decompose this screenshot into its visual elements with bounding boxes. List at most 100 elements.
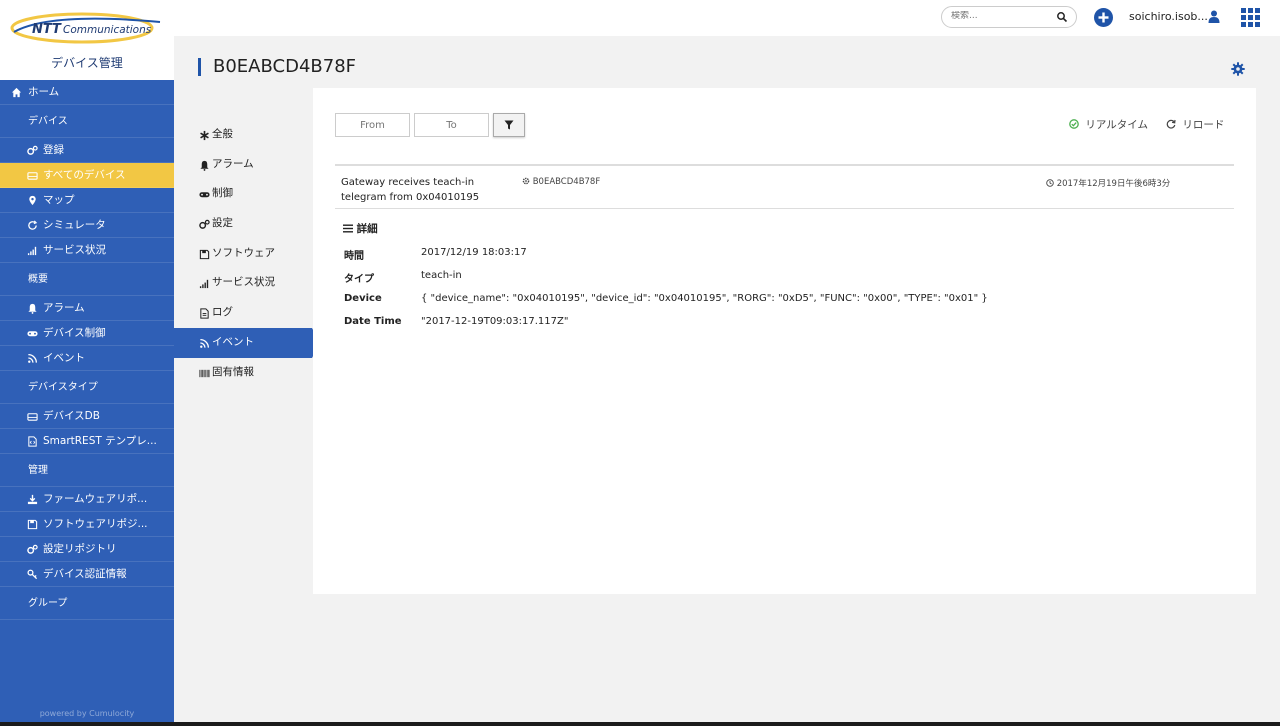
sidebar-item-software-repository[interactable]: ソフトウェアリポジ... bbox=[0, 512, 174, 537]
detail-key: Date Time bbox=[344, 316, 402, 327]
tab-alarms[interactable]: アラーム bbox=[174, 150, 312, 180]
tab-identity[interactable]: 固有情報 bbox=[174, 358, 312, 388]
window-bottom-edge bbox=[0, 722, 1280, 726]
sidebar-item-register[interactable]: 登録 bbox=[0, 138, 174, 163]
to-date-input[interactable] bbox=[414, 113, 489, 137]
floppy-disk-icon bbox=[199, 249, 210, 259]
bell-icon bbox=[200, 160, 209, 171]
reload-label: リロード bbox=[1182, 119, 1225, 131]
user-menu[interactable]: soichiro.isob... bbox=[1129, 10, 1208, 23]
sidebar-item-label: デバイスDB bbox=[43, 410, 100, 422]
tab-settings[interactable]: 設定 bbox=[174, 209, 312, 239]
gears-icon bbox=[27, 544, 38, 554]
search-input[interactable] bbox=[951, 11, 1051, 21]
asterisk-icon bbox=[200, 130, 209, 141]
sidebar-nav: ホーム デバイス 登録 すべてのデバイス マップ シミュレータ サービス状況 概… bbox=[0, 80, 174, 620]
sidebar-item-alarms[interactable]: アラーム bbox=[0, 296, 174, 321]
gamepad-icon bbox=[199, 192, 210, 198]
refresh-icon bbox=[1166, 119, 1176, 129]
add-button[interactable] bbox=[1094, 8, 1113, 27]
sidebar-item-simulator[interactable]: シミュレータ bbox=[0, 213, 174, 238]
sidebar-item-label: シミュレータ bbox=[43, 219, 106, 231]
rss-icon bbox=[200, 338, 209, 348]
events-panel: リアルタイム リロード Gateway receives teach-in te… bbox=[313, 88, 1256, 594]
gear-icon[interactable] bbox=[1231, 62, 1245, 76]
app-switcher-icon[interactable] bbox=[1241, 8, 1262, 27]
sidebar-item-device-credentials[interactable]: デバイス認証情報 bbox=[0, 562, 174, 587]
sidebar-item-label: イベント bbox=[43, 352, 85, 364]
sidebar-item-map[interactable]: マップ bbox=[0, 188, 174, 213]
tab-label: 制御 bbox=[212, 187, 233, 200]
sidebar-item-label: 登録 bbox=[43, 144, 64, 156]
tab-label: ソフトウェア bbox=[212, 246, 275, 259]
tab-service-status[interactable]: サービス状況 bbox=[174, 268, 312, 298]
realtime-label: リアルタイム bbox=[1085, 119, 1149, 131]
detail-value: { "device_name": "0x04010195", "device_i… bbox=[421, 293, 988, 304]
svg-text:Communications: Communications bbox=[63, 24, 152, 36]
tab-events[interactable]: イベント bbox=[174, 327, 320, 358]
sidebar-section-management[interactable]: 管理 bbox=[0, 454, 174, 487]
sidebar-item-smartrest-templates[interactable]: SmartREST テンプレ... bbox=[0, 429, 174, 454]
event-time: 2017年12月19日午後6時3分 bbox=[1046, 177, 1170, 189]
tab-label: アラーム bbox=[212, 157, 254, 170]
sidebar-item-events[interactable]: イベント bbox=[0, 346, 174, 371]
floppy-disk-icon bbox=[27, 519, 38, 530]
event-time-label: 2017年12月19日午後6時3分 bbox=[1056, 179, 1171, 189]
event-text-line1: Gateway receives teach-in bbox=[341, 177, 475, 188]
brand-header: NTT Communications デバイス管理 bbox=[0, 0, 174, 80]
realtime-toggle[interactable]: リアルタイム bbox=[1069, 117, 1148, 132]
topbar bbox=[174, 0, 1280, 36]
sidebar-item-label: アラーム bbox=[43, 302, 85, 314]
sidebar-item-home[interactable]: ホーム bbox=[0, 80, 174, 105]
sidebar-item-label: デバイス制御 bbox=[43, 327, 106, 339]
filter-button[interactable] bbox=[493, 113, 525, 137]
event-row[interactable]: Gateway receives teach-in telegram from … bbox=[335, 164, 1234, 209]
tab-software[interactable]: ソフトウェア bbox=[174, 239, 312, 269]
sidebar-item-firmware-repository[interactable]: ファームウェアリポ... bbox=[0, 487, 174, 512]
event-source-label: B0EABCD4B78F bbox=[532, 177, 601, 187]
tab-general[interactable]: 全般 bbox=[174, 120, 312, 150]
from-date-input[interactable] bbox=[335, 113, 410, 137]
sidebar-item-device-db[interactable]: デバイスDB bbox=[0, 404, 174, 429]
file-code-icon bbox=[28, 436, 37, 447]
gears-icon bbox=[27, 145, 38, 155]
tab-logs[interactable]: ログ bbox=[174, 298, 312, 328]
ntt-communications-logo[interactable]: NTT Communications bbox=[10, 8, 165, 44]
device-subnav: 全般 アラーム 制御 設定 ソフトウェア サービス状況 ログ イベント 固有情報 bbox=[174, 120, 320, 388]
tab-label: サービス状況 bbox=[212, 276, 275, 289]
app-name: デバイス管理 bbox=[51, 56, 123, 70]
tab-control[interactable]: 制御 bbox=[174, 179, 312, 209]
page-title: B0EABCD4B78F bbox=[198, 58, 356, 76]
list-icon bbox=[343, 224, 353, 233]
gamepad-icon bbox=[27, 331, 38, 337]
key-icon bbox=[27, 569, 38, 580]
search-icon[interactable] bbox=[1056, 11, 1068, 23]
details-title: 詳細 bbox=[343, 221, 378, 236]
sidebar-section-devices[interactable]: デバイス bbox=[0, 105, 174, 138]
sidebar-item-label: SmartREST テンプレ... bbox=[43, 435, 157, 447]
user-icon[interactable] bbox=[1208, 10, 1220, 23]
svg-text:NTT: NTT bbox=[32, 22, 62, 37]
sidebar-item-service-status[interactable]: サービス状況 bbox=[0, 238, 174, 263]
sidebar-item-device-control[interactable]: デバイス制御 bbox=[0, 321, 174, 346]
event-source[interactable]: B0EABCD4B78F bbox=[522, 177, 600, 187]
sidebar-item-label: サービス状況 bbox=[43, 244, 106, 256]
check-circle-icon bbox=[1069, 119, 1079, 129]
search-box[interactable] bbox=[941, 6, 1077, 28]
details-title-label: 詳細 bbox=[356, 223, 378, 235]
sidebar-item-config-repository[interactable]: 設定リポジトリ bbox=[0, 537, 174, 562]
detail-value: "2017-12-19T09:03:17.117Z" bbox=[421, 316, 569, 327]
sidebar-item-label: 設定リポジトリ bbox=[43, 543, 117, 555]
sidebar-section-overview[interactable]: 概要 bbox=[0, 263, 174, 296]
reload-button[interactable]: リロード bbox=[1166, 117, 1224, 132]
sidebar-item-all-devices[interactable]: すべてのデバイス bbox=[0, 163, 174, 188]
sidebar-section-groups[interactable]: グループ bbox=[0, 587, 174, 620]
signal-bars-icon bbox=[27, 246, 37, 256]
event-text-line2: telegram from 0x04010195 bbox=[341, 192, 480, 203]
sidebar-section-device-types[interactable]: デバイスタイプ bbox=[0, 371, 174, 404]
detail-key: タイプ bbox=[344, 274, 374, 285]
signal-bars-icon bbox=[199, 280, 209, 289]
bell-icon bbox=[28, 303, 37, 314]
download-icon bbox=[27, 494, 38, 505]
barcode-icon bbox=[199, 369, 210, 377]
